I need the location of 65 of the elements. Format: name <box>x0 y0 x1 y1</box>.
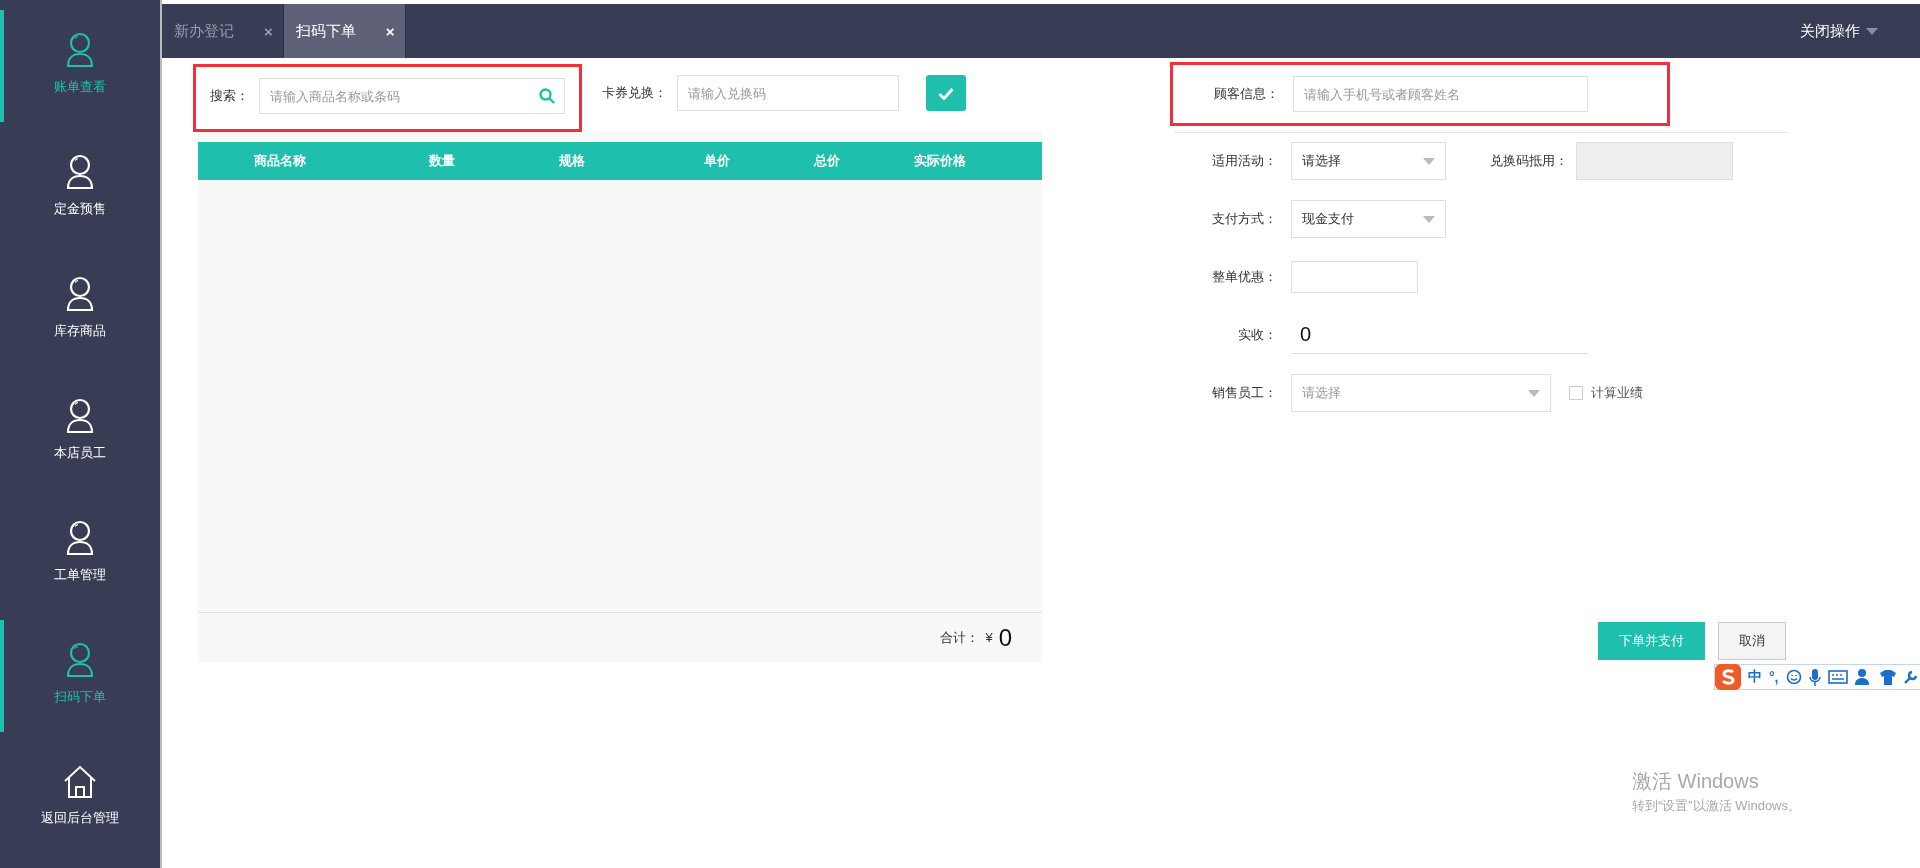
input-field[interactable] <box>1291 261 1418 293</box>
field-label: 实收： <box>1237 326 1278 344</box>
total-label: 合计： <box>940 628 980 647</box>
checkbox-box[interactable] <box>1569 386 1583 400</box>
checkbox[interactable]: 计算业绩 <box>1569 384 1643 402</box>
column-header: 实际价格 <box>913 152 967 170</box>
microphone-icon[interactable] <box>1808 668 1821 686</box>
caret-icon <box>1866 27 1878 35</box>
person-icon <box>65 642 95 678</box>
house-icon <box>63 765 97 799</box>
sidebar-item[interactable]: 定金预售 <box>0 122 160 244</box>
person-icon <box>65 398 95 434</box>
column-header: 单价 <box>703 152 731 170</box>
field-label: 兑换码抵用： <box>1489 152 1569 170</box>
ime-logo-icon[interactable] <box>1715 664 1741 690</box>
search-label: 搜索： <box>210 87 249 105</box>
cancel-button[interactable]: 取消 <box>1718 622 1786 660</box>
close-operations-dropdown[interactable]: 关闭操作 <box>1800 4 1878 58</box>
activation-hint: 转到“设置”以激活 Windows。 <box>1632 797 1801 815</box>
field-label: 支付方式： <box>1211 210 1278 228</box>
field-label: 销售员工： <box>1211 384 1278 402</box>
sidebar-item[interactable]: 返回后台管理 <box>0 732 160 854</box>
amount-field: 0 <box>1291 316 1588 354</box>
close-tab-button[interactable]: × <box>385 22 395 40</box>
caret-icon <box>1423 157 1435 165</box>
search-icon[interactable] <box>539 88 555 104</box>
customer-field[interactable]: 请输入手机号或者顾客姓名 <box>1293 76 1588 112</box>
check-icon <box>938 86 954 100</box>
column-header: 商品名称 <box>253 152 307 170</box>
search-field[interactable]: 请输入商品名称或条码 <box>259 78 565 114</box>
keyboard-icon[interactable] <box>1827 670 1848 684</box>
select-dropdown[interactable]: 现金支付 <box>1291 200 1446 238</box>
activation-title: 激活 Windows <box>1632 769 1760 794</box>
punctuation-toggle[interactable]: °, <box>1769 669 1779 685</box>
sidebar-item[interactable]: 扫码下单 <box>0 610 160 732</box>
column-header: 总价 <box>812 152 841 170</box>
person-icon <box>65 32 95 68</box>
checkbox-label: 计算业绩 <box>1591 384 1643 402</box>
sidebar-item[interactable]: 工单管理 <box>0 488 160 610</box>
sidebar-item[interactable]: 库存商品 <box>0 244 160 366</box>
person-icon <box>65 520 95 556</box>
person-icon <box>65 276 95 312</box>
coupon-code-field[interactable]: 请输入兑换码 <box>677 75 899 111</box>
column-header: 数量 <box>428 152 456 170</box>
coupon-label: 卡券兑换： <box>602 84 667 102</box>
close-tab-button[interactable]: × <box>264 22 273 40</box>
caret-icon <box>1528 389 1540 397</box>
confirm-button[interactable] <box>926 75 966 111</box>
customer-label: 顾客信息： <box>1213 85 1280 103</box>
currency-symbol: ¥ <box>985 630 993 645</box>
field-label: 整单优惠： <box>1211 268 1278 286</box>
caret-icon <box>1423 215 1435 223</box>
smiley-icon[interactable] <box>1785 669 1802 685</box>
tab[interactable]: 扫码下单 × <box>283 4 406 58</box>
input-mode-toggle[interactable]: 中 <box>1748 668 1762 686</box>
total-amount: 0 <box>998 623 1012 652</box>
column-header: 规格 <box>558 152 586 170</box>
person-icon <box>65 154 95 190</box>
wrench-icon[interactable] <box>1902 669 1918 685</box>
select-dropdown[interactable]: 请选择 <box>1291 142 1446 180</box>
sidebar-item[interactable]: 本店员工 <box>0 366 160 488</box>
sidebar-item[interactable]: 账单查看 <box>0 0 160 122</box>
tab[interactable]: 新办登记 × <box>162 4 284 58</box>
field-label: 适用活动： <box>1211 152 1278 170</box>
shirt-icon[interactable] <box>1879 669 1896 685</box>
